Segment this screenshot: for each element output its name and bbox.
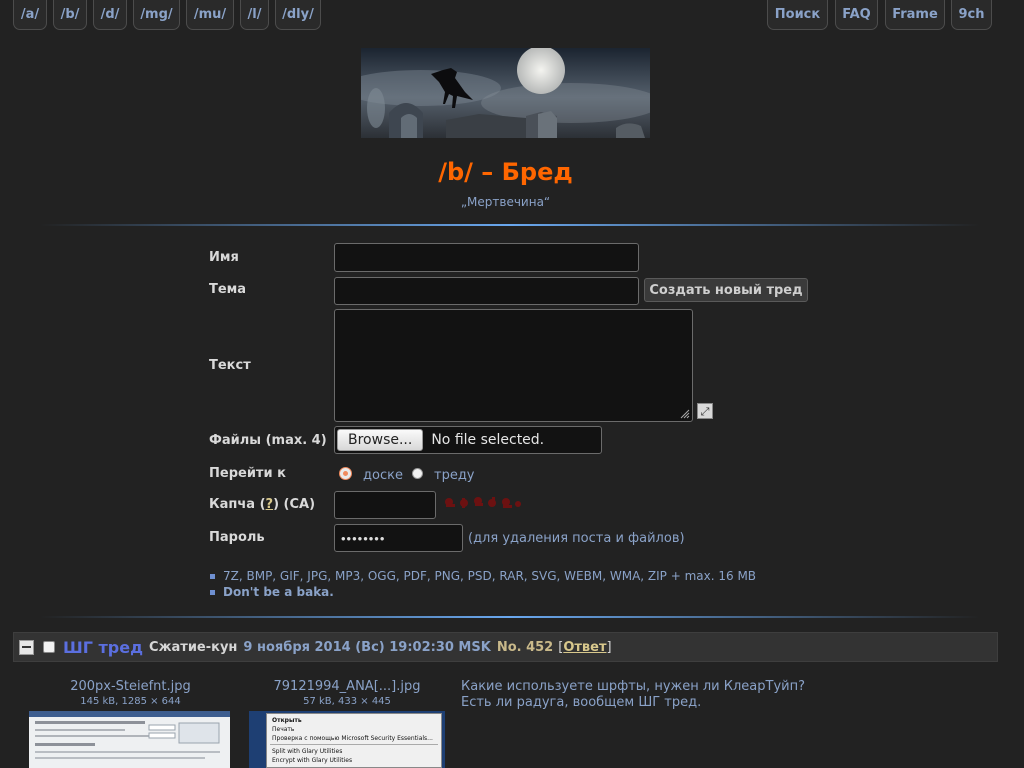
password-hint: (для удаления поста и файлов) xyxy=(468,531,685,546)
board-banner xyxy=(361,48,650,138)
context-menu-divider xyxy=(270,744,438,745)
nav-label: 9ch xyxy=(958,7,985,22)
nav-faq[interactable]: FAQ xyxy=(835,0,878,30)
name-label: Имя xyxy=(209,250,239,265)
nav-board-mg[interactable]: /mg/ xyxy=(133,0,180,30)
reply-link-wrapper: [Ответ] xyxy=(558,640,611,655)
file-status: No file selected. xyxy=(431,432,545,448)
browse-button[interactable]: Browse... xyxy=(337,429,424,451)
bracket: ] xyxy=(606,639,612,655)
file-input[interactable]: Browse... No file selected. xyxy=(334,426,602,454)
context-menu: Открыть Печать Проверка с помощью Micros… xyxy=(266,713,442,768)
file-meta-1: 145 kB, 1285 × 644 xyxy=(80,696,181,707)
nav-board-mu[interactable]: /mu/ xyxy=(186,0,234,30)
textarea-resize-grip-icon[interactable] xyxy=(680,409,690,419)
allowed-files-rule: 7Z, BMP, GIF, JPG, MP3, OGG, PDF, PNG, P… xyxy=(210,569,756,583)
captcha-label-suffix: ) (CA) xyxy=(273,497,316,512)
goto-label: Перейти к xyxy=(209,466,286,481)
nav-label: Поиск xyxy=(774,7,821,22)
password-input[interactable] xyxy=(334,524,463,552)
thread-image-1[interactable] xyxy=(29,711,230,768)
nav-9ch[interactable]: 9ch xyxy=(951,0,992,30)
nav-label: /a/ xyxy=(20,7,40,22)
nav-label: /mu/ xyxy=(193,7,227,22)
nav-board-a[interactable]: /a/ xyxy=(13,0,47,30)
create-thread-button[interactable]: Создать новый тред xyxy=(644,278,808,302)
bullet-icon xyxy=(210,590,215,595)
captcha-label: Капча (?) (CA) xyxy=(209,497,315,512)
files-label: Файлы (max. 4) xyxy=(209,433,327,448)
thread-image-2[interactable]: Открыть Печать Проверка с помощью Micros… xyxy=(249,711,445,768)
separator xyxy=(40,616,980,618)
expand-icon[interactable]: ⤢ xyxy=(697,403,713,419)
nav-board-dly[interactable]: /dly/ xyxy=(275,0,321,30)
context-menu-item: Открыть xyxy=(272,717,302,724)
goto-board-radio[interactable] xyxy=(340,468,351,479)
nav-label: Frame xyxy=(892,7,938,22)
nav-board-d[interactable]: /d/ xyxy=(93,0,127,30)
nav-label: /d/ xyxy=(100,7,120,22)
captcha-help-link[interactable]: ? xyxy=(266,497,274,512)
nav-label: /mg/ xyxy=(140,7,173,22)
baka-text: Don't be a baka. xyxy=(223,585,334,599)
file-meta-2: 57 kB, 433 × 445 xyxy=(303,696,391,707)
post-text-line-1: Какие используете шрфты, нужен ли КлеарТ… xyxy=(461,679,805,694)
nav-board-b[interactable]: /b/ xyxy=(53,0,87,30)
file-name-2[interactable]: 79121994_ANA[...].jpg xyxy=(248,679,446,694)
name-input[interactable] xyxy=(334,243,639,272)
thread-select-checkbox[interactable] xyxy=(43,641,55,653)
nav-label: /dly/ xyxy=(282,7,314,22)
file-name-1[interactable]: 200px-Steiefnt.jpg xyxy=(28,679,233,694)
nav-label: /b/ xyxy=(60,7,80,22)
captcha-label-prefix: Капча ( xyxy=(209,497,266,512)
thread-date: 9 ноября 2014 (Вс) 19:02:30 MSK xyxy=(243,639,491,655)
context-menu-item: Split with Glary Utilities xyxy=(272,748,343,755)
context-menu-item: Encrypt with Glary Utilities xyxy=(272,757,353,764)
context-menu-item: Проверка с помощью Microsoft Security Es… xyxy=(272,735,433,742)
nav-label: FAQ xyxy=(842,7,871,22)
post-text-line-2: Есть ли радуга, вообщем ШГ тред. xyxy=(461,695,702,710)
context-menu-item: Печать xyxy=(272,726,295,733)
subject-label: Тема xyxy=(209,282,247,297)
baka-rule: Don't be a baka. xyxy=(210,585,334,599)
nav-label: /l/ xyxy=(247,7,262,22)
collapse-thread-icon[interactable] xyxy=(19,639,34,655)
thread-header: ШГ тред Сжатие-кун 9 ноября 2014 (Вс) 19… xyxy=(13,632,998,662)
bullet-icon xyxy=(210,574,215,579)
goto-thread-radio[interactable] xyxy=(412,468,423,479)
captcha-input[interactable] xyxy=(334,491,436,519)
message-textarea[interactable] xyxy=(334,309,693,422)
thread-title[interactable]: ШГ тред xyxy=(63,638,143,657)
separator xyxy=(40,224,980,226)
reply-link[interactable]: Ответ xyxy=(563,640,606,655)
text-label: Текст xyxy=(209,358,251,373)
board-title: /b/ – Бред xyxy=(438,158,573,186)
nav-frame[interactable]: Frame xyxy=(885,0,945,30)
nav-search[interactable]: Поиск xyxy=(767,0,828,30)
board-subtitle: „Мертвечина“ xyxy=(460,195,551,209)
nav-board-l[interactable]: /l/ xyxy=(240,0,269,30)
thread-number[interactable]: No. 452 xyxy=(497,640,553,655)
subject-input[interactable] xyxy=(334,277,639,305)
allowed-files-text: 7Z, BMP, GIF, JPG, MP3, OGG, PDF, PNG, P… xyxy=(223,569,757,583)
thread-author: Сжатие-кун xyxy=(149,639,238,655)
goto-board-label: доске xyxy=(363,468,403,483)
goto-thread-label: треду xyxy=(434,468,475,483)
captcha-image[interactable] xyxy=(440,492,524,514)
password-label: Пароль xyxy=(209,530,265,545)
